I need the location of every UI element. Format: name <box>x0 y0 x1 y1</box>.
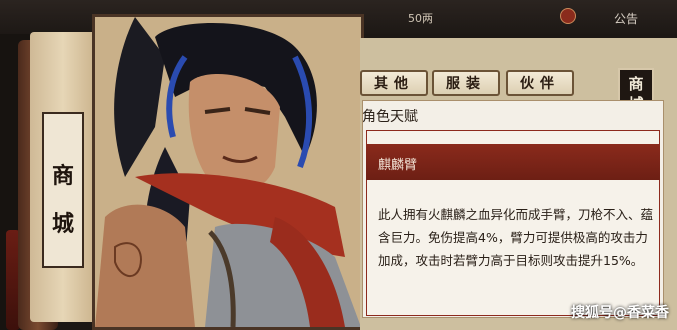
coin-icon <box>560 8 576 24</box>
talent-description: 此人拥有火麒麟之血异化而成手臂，刀枪不入、蕴含巨力。免伤提高4%，臂力可提供极高… <box>378 207 654 268</box>
character-portrait <box>92 14 364 330</box>
shop-badge-line1: 商 <box>628 75 644 93</box>
scroll-char-2: 城 <box>51 211 74 237</box>
character-illustration <box>95 17 361 327</box>
notice-button[interactable]: 公告 <box>614 10 638 27</box>
tab-outfit[interactable]: 服装 <box>432 70 500 96</box>
tab-companion[interactable]: 伙伴 <box>506 70 574 96</box>
talent-name: 麒麟臂 <box>378 158 418 173</box>
scroll-char-1: 商 <box>51 163 74 189</box>
watermark: 搜狐号@香菜香 <box>571 305 669 321</box>
currency-value: 50两 <box>408 12 433 25</box>
shop-scroll-button[interactable]: 商 城 <box>42 112 84 268</box>
tab-other[interactable]: 其他 <box>360 70 428 96</box>
section-title: 角色天赋 <box>362 109 418 125</box>
